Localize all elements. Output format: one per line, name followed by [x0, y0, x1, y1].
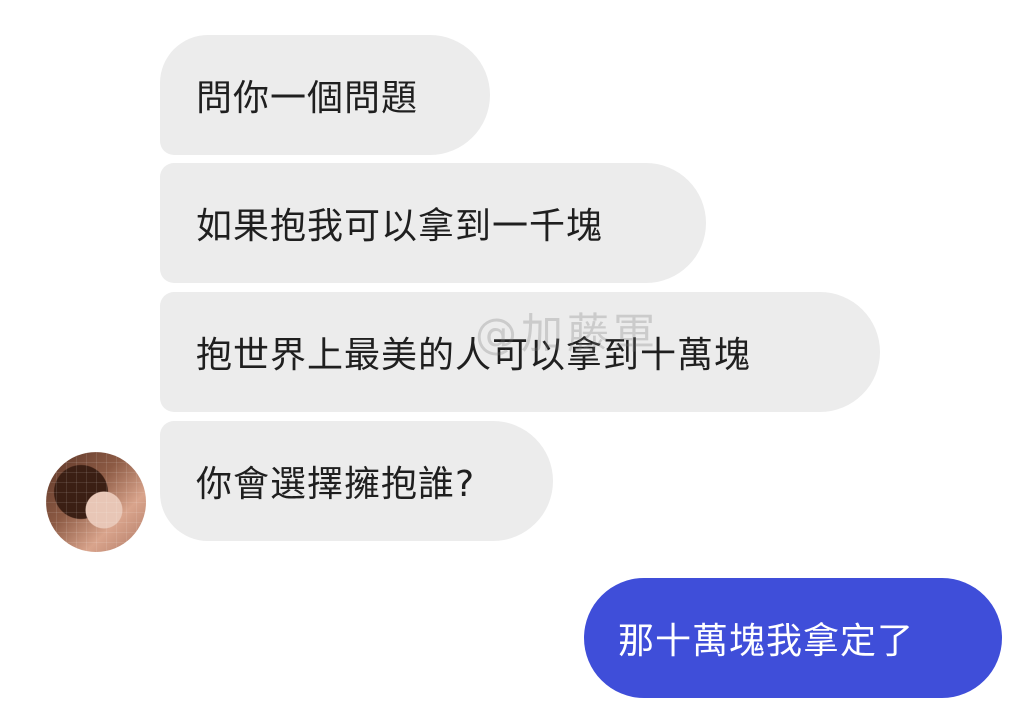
message-text: 抱世界上最美的人可以拿到十萬塊 [196, 335, 752, 376]
message-text: 問你一個問題 [196, 78, 419, 119]
message-text: 你會選擇擁抱誰? [196, 464, 476, 505]
incoming-message-bubble[interactable]: 抱世界上最美的人可以拿到十萬塊 [160, 292, 880, 412]
incoming-message-bubble[interactable]: 如果抱我可以拿到一千塊 [160, 163, 706, 283]
incoming-message-bubble[interactable]: 你會選擇擁抱誰? [160, 421, 553, 541]
message-text: 那十萬塊我拿定了 [618, 621, 915, 662]
incoming-message-bubble[interactable]: 問你一個問題 [160, 35, 490, 155]
avatar-icon[interactable] [46, 452, 146, 552]
message-text: 如果抱我可以拿到一千塊 [196, 206, 604, 247]
outgoing-message-bubble[interactable]: 那十萬塊我拿定了 [584, 578, 1002, 698]
